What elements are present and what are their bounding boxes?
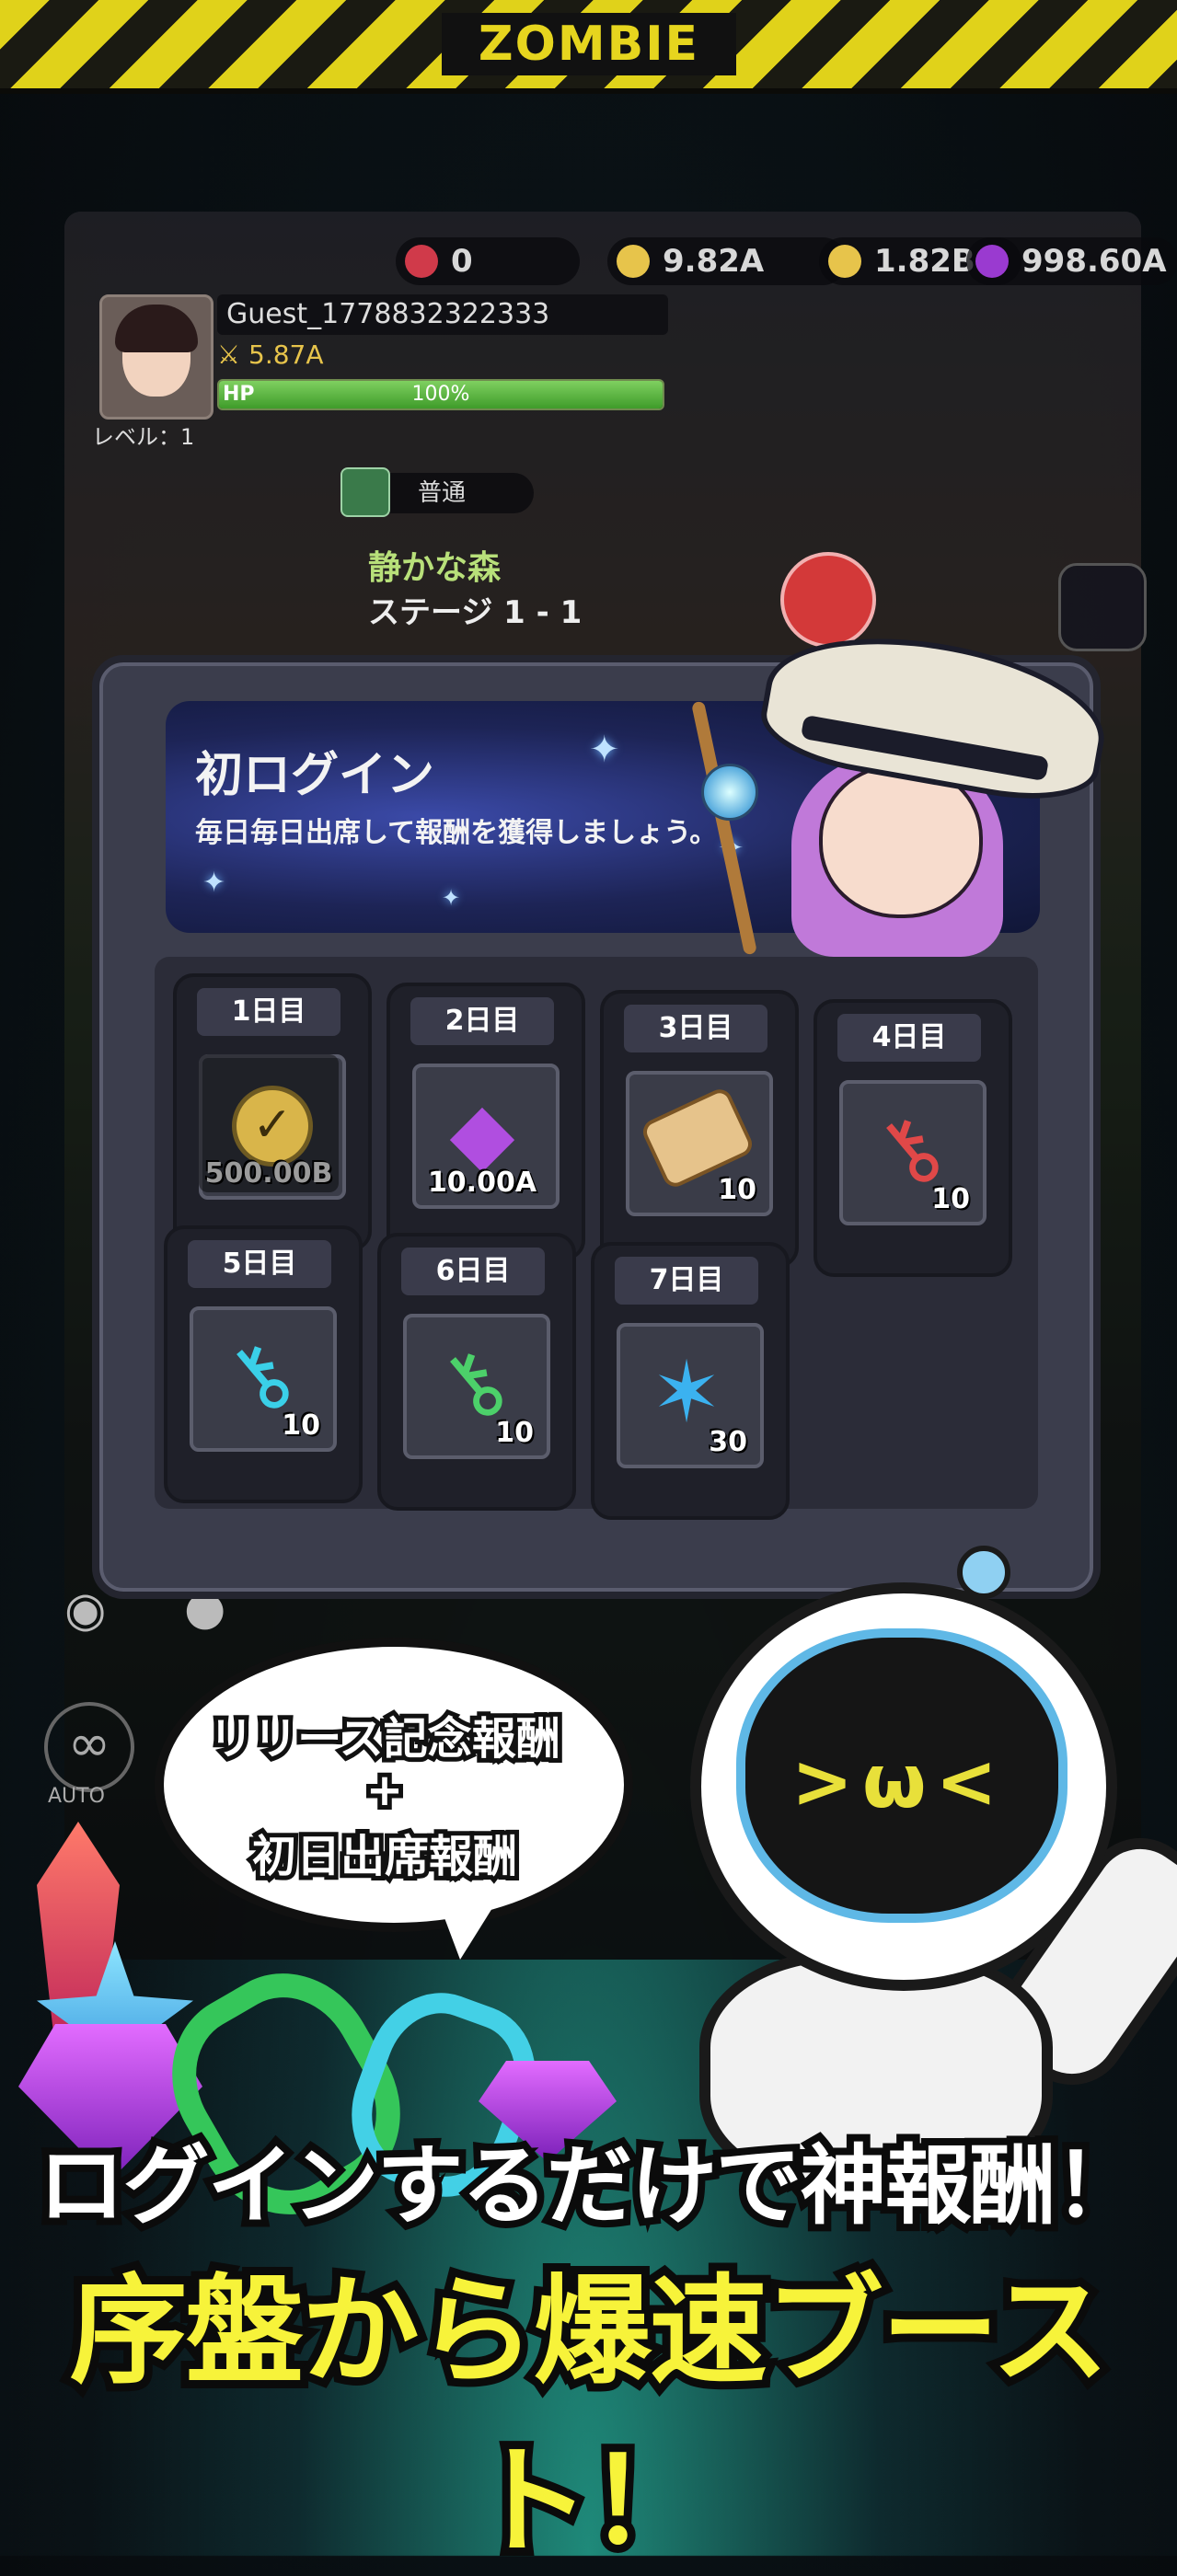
day-reward-1[interactable]: 1日目 ✓ 500.00B: [173, 973, 372, 1251]
currency-item: 0: [396, 237, 580, 285]
avatar-hair: [115, 305, 198, 352]
reward-quantity: 30: [709, 1426, 747, 1458]
headline-line-2: 序盤から爆速ブースト！: [62, 2255, 1118, 2576]
panel-subtitle: 毎日毎日出席して報酬を獲得しましょう。: [195, 817, 718, 849]
sparkle-icon: ✦: [202, 867, 226, 899]
stage-info: 普通 静かな森 ステージ 1 - 1: [340, 467, 736, 633]
currency-value: 1.82B: [874, 243, 975, 280]
panel-title: 初ログイン: [195, 748, 435, 803]
day-reward-3[interactable]: 3日目 10: [600, 990, 799, 1268]
astronaut-face-icon: >ω<: [791, 1739, 1007, 1824]
hp-bar: 100% HP: [217, 379, 664, 410]
currency-item: 998.60A: [966, 237, 1177, 285]
staff-orb: [701, 764, 758, 821]
day-label: 3日目: [624, 1005, 767, 1052]
currency-hud: 0 9.82A 1.82B 998.60A: [83, 237, 1177, 293]
reward-grid: 1日目 ✓ 500.00B 2日目 ◆ 10.00A 3日目 10 4日目 ⚷ …: [155, 957, 1038, 1520]
red-gem-icon: [405, 245, 438, 278]
banner-label: ZOMBIE: [442, 13, 736, 75]
stage-area: 静かな森: [368, 549, 502, 587]
currency-value: 998.60A: [1021, 243, 1167, 280]
avatar[interactable]: [99, 294, 213, 420]
coin-icon: [617, 245, 650, 278]
day-label: 7日目: [615, 1257, 758, 1305]
power-value: 5.87A: [248, 339, 324, 370]
bubble-line-1: リリース記念報酬: [204, 1708, 565, 1769]
day-label: 5日目: [188, 1240, 331, 1288]
reward-quantity: 10: [718, 1174, 756, 1206]
day-reward-6[interactable]: 6日目 ⚷ 10: [377, 1233, 576, 1511]
player-profile[interactable]: Guest_1778832322333 ⚔ 5.87A 100% HP: [99, 294, 668, 423]
day-reward-4[interactable]: 4日目 ⚷ 10: [814, 999, 1012, 1277]
bubble-line-3: 初日出席報酬: [248, 1826, 522, 1887]
player-power: ⚔ 5.87A: [217, 339, 324, 370]
sparkle-icon: ✦: [442, 885, 461, 911]
day-reward-5[interactable]: 5日目 ⚷ 10: [164, 1225, 363, 1503]
player-level: レベル：1: [92, 424, 195, 450]
currency-item: 9.82A: [607, 237, 847, 285]
bubble-line-2: +: [362, 1760, 408, 1821]
currency-value: 0: [451, 243, 473, 280]
day-reward-7[interactable]: 7日目 ✶ 30: [591, 1242, 790, 1520]
hp-label: HP: [223, 383, 255, 406]
day-label: 4日目: [837, 1014, 981, 1062]
auto-infinity-icon[interactable]: ∞: [44, 1702, 134, 1792]
witch-staff: [691, 700, 757, 956]
currency-value: 9.82A: [663, 243, 765, 280]
purple-gem-icon: [975, 245, 1009, 278]
map-icon: [340, 467, 390, 517]
coin-icon: [828, 245, 861, 278]
headline-line-1: ログインするだけで神報酬！: [30, 2129, 1148, 2244]
player-name: Guest_1778832322333: [217, 294, 668, 335]
auto-label: AUTO: [48, 1785, 105, 1808]
stage-number: ステージ 1 - 1: [368, 594, 583, 631]
speech-bubble-tail: [433, 1886, 506, 1960]
reward-quantity: 10: [495, 1417, 534, 1449]
day-label: 2日目: [410, 997, 554, 1045]
check-icon: ✓: [232, 1086, 313, 1167]
hp-text: 100%: [411, 383, 470, 406]
sparkle-icon: ✦: [589, 729, 620, 771]
witch-character: [681, 615, 1116, 957]
reward-quantity: 10.00A: [427, 1167, 537, 1199]
witch-hat: [754, 615, 1116, 813]
reward-quantity: 10: [931, 1183, 970, 1215]
reward-quantity: 500.00B: [204, 1157, 333, 1190]
day-label: 6日目: [401, 1248, 545, 1295]
day-label: 1日目: [197, 988, 340, 1036]
reward-quantity: 10: [282, 1409, 320, 1442]
day-reward-2[interactable]: 2日目 ◆ 10.00A: [387, 983, 585, 1260]
